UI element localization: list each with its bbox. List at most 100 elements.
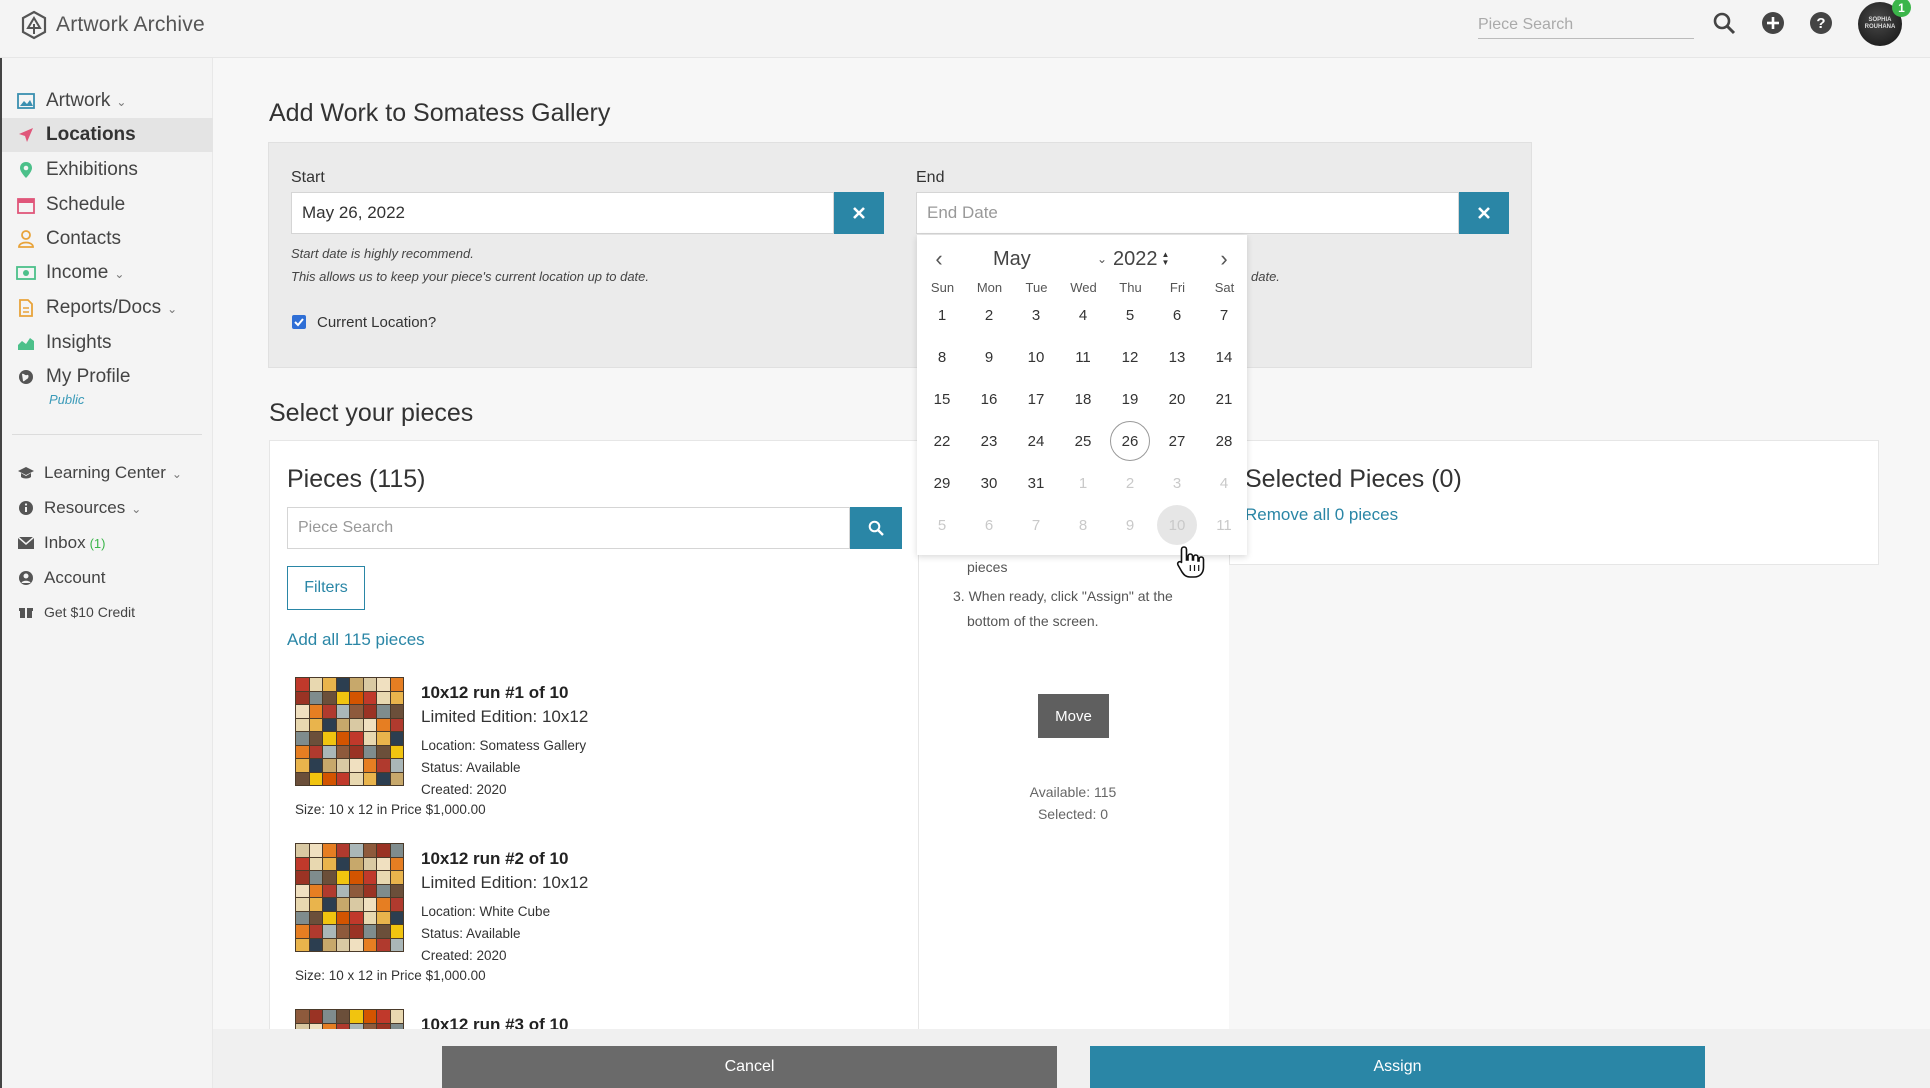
move-button[interactable]: Move [1038, 694, 1109, 738]
calendar-day-other-month[interactable]: 7 [1016, 505, 1056, 545]
year-spinner-icon[interactable]: ▲ ▼ [1162, 251, 1170, 267]
app-logo[interactable]: Artwork Archive [20, 10, 205, 40]
sidebar-item-contacts[interactable]: Contacts [2, 222, 213, 256]
calendar-day[interactable]: 30 [969, 463, 1009, 503]
calendar-day[interactable]: 21 [1204, 379, 1244, 419]
calendar-day[interactable]: 26 [1110, 421, 1150, 461]
calendar-day[interactable]: 23 [969, 421, 1009, 461]
calendar-day[interactable]: 3 [1016, 295, 1056, 335]
sidebar-item-reports-docs[interactable]: Reports/Docs ⌄ [2, 291, 213, 325]
calendar-day[interactable]: 1 [922, 295, 962, 335]
info-icon [16, 498, 36, 518]
clear-start-date-button[interactable] [834, 192, 884, 234]
calendar-day-other-month[interactable]: 5 [922, 505, 962, 545]
calendar-day[interactable]: 27 [1157, 421, 1197, 461]
current-location-checkbox[interactable] [292, 315, 306, 329]
calendar-day[interactable]: 2 [969, 295, 1009, 335]
calendar-day-other-month[interactable]: 6 [969, 505, 1009, 545]
sidebar: Artwork ⌄ Locations Exhibitions Schedule … [0, 58, 213, 1088]
user-circle-icon [16, 568, 36, 588]
calendar-day[interactable]: 13 [1157, 337, 1197, 377]
calendar-day-other-month[interactable]: 4 [1204, 463, 1244, 503]
top-search-input[interactable] [1478, 11, 1694, 39]
calendar-day-other-month[interactable]: 2 [1110, 463, 1150, 503]
calendar-day[interactable]: 8 [922, 337, 962, 377]
calendar-day[interactable]: 18 [1063, 379, 1103, 419]
current-location-label: Current Location? [317, 314, 437, 331]
add-circle-icon[interactable] [1759, 9, 1787, 37]
add-all-pieces-link[interactable]: Add all 115 pieces [287, 630, 425, 650]
sidebar-item-income[interactable]: Income ⌄ [2, 256, 213, 290]
start-date-input[interactable] [291, 192, 834, 234]
sidebar-item-learning-center[interactable]: Learning Center ⌄ [2, 456, 213, 490]
calendar-day[interactable]: 24 [1016, 421, 1056, 461]
calendar-day[interactable]: 12 [1110, 337, 1150, 377]
previous-month-arrow[interactable]: ‹ [927, 246, 951, 271]
year-input[interactable]: 2022 ▲ ▼ [1113, 246, 1179, 272]
sidebar-item-schedule[interactable]: Schedule [2, 188, 213, 222]
calendar-day[interactable]: 16 [969, 379, 1009, 419]
calendar-day[interactable]: 22 [922, 421, 962, 461]
artwork-thumbnail [295, 1009, 404, 1029]
piece-search-button[interactable] [850, 507, 902, 549]
instruction-fragment: pieces [967, 559, 1008, 575]
calendar-day-other-month[interactable]: 11 [1204, 505, 1244, 545]
calendar-day[interactable]: 17 [1016, 379, 1056, 419]
calendar-day[interactable]: 11 [1063, 337, 1103, 377]
calendar-day[interactable]: 28 [1204, 421, 1244, 461]
calendar-day[interactable]: 10 [1016, 337, 1056, 377]
month-select[interactable]: May ⌄ [993, 246, 1107, 272]
sidebar-item-inbox[interactable]: Inbox (1) [2, 526, 213, 560]
sidebar-item-get-credit[interactable]: Get $10 Credit [2, 595, 213, 629]
calendar-day[interactable]: 31 [1016, 463, 1056, 503]
calendar-day-other-month[interactable]: 1 [1063, 463, 1103, 503]
sidebar-item-label: Learning Center [44, 463, 166, 482]
remove-all-pieces-link[interactable]: Remove all 0 pieces [1245, 505, 1398, 525]
piece-list-item[interactable]: 10x12 run #1 of 10 Limited Edition: 10x1… [295, 677, 895, 837]
start-hint-2: This allows us to keep your piece's curr… [291, 269, 650, 284]
calendar-day[interactable]: 15 [922, 379, 962, 419]
next-month-arrow[interactable]: › [1212, 246, 1236, 271]
sidebar-item-insights[interactable]: Insights [2, 326, 213, 360]
calendar-day[interactable]: 29 [922, 463, 962, 503]
calendar-day-other-month[interactable]: 8 [1063, 505, 1103, 545]
filters-button[interactable]: Filters [287, 566, 365, 610]
sidebar-item-locations[interactable]: Locations [2, 118, 213, 152]
selected-count: Selected: 0 [1037, 806, 1109, 822]
sidebar-item-label: My Profile [46, 366, 131, 387]
calendar-day-other-month[interactable]: 9 [1110, 505, 1150, 545]
calendar-day[interactable]: 25 [1063, 421, 1103, 461]
piece-search-input[interactable] [287, 507, 850, 549]
assign-button[interactable]: Assign [1090, 1046, 1705, 1088]
calendar-day[interactable]: 4 [1063, 295, 1103, 335]
calendar-day-other-month[interactable]: 10 [1157, 505, 1197, 545]
calendar-day[interactable]: 7 [1204, 295, 1244, 335]
image-icon [16, 91, 36, 111]
sidebar-item-resources[interactable]: Resources ⌄ [2, 491, 213, 525]
piece-list-item[interactable]: 10x12 run #3 of 10 [295, 1009, 895, 1029]
sidebar-item-my-profile[interactable]: My Profile [2, 360, 213, 394]
piece-list-item[interactable]: 10x12 run #2 of 10 Limited Edition: 10x1… [295, 843, 895, 1003]
calendar-day[interactable]: 5 [1110, 295, 1150, 335]
piece-title: 10x12 run #3 of 10 [421, 1015, 569, 1029]
weekday-header: Wed [1070, 280, 1097, 295]
sidebar-item-exhibitions[interactable]: Exhibitions [2, 153, 213, 187]
search-icon[interactable] [1710, 9, 1738, 37]
piece-title: 10x12 run #1 of 10 [421, 683, 569, 702]
help-icon[interactable]: ? [1807, 9, 1835, 37]
calendar-day-other-month[interactable]: 3 [1157, 463, 1197, 503]
user-icon [16, 229, 36, 249]
cancel-button[interactable]: Cancel [442, 1046, 1057, 1088]
sidebar-item-account[interactable]: Account [2, 561, 213, 595]
close-icon [853, 207, 865, 219]
calendar-day[interactable]: 20 [1157, 379, 1197, 419]
sidebar-item-label: Artwork [46, 90, 111, 111]
sidebar-item-artwork[interactable]: Artwork ⌄ [2, 84, 213, 118]
calendar-day[interactable]: 19 [1110, 379, 1150, 419]
calendar-day[interactable]: 6 [1157, 295, 1197, 335]
top-bar: Artwork Archive ? SOPHIA ROUHANA 1 [0, 0, 1930, 58]
end-date-input[interactable] [916, 192, 1459, 234]
calendar-day[interactable]: 9 [969, 337, 1009, 377]
calendar-day[interactable]: 14 [1204, 337, 1244, 377]
clear-end-date-button[interactable] [1459, 192, 1509, 234]
